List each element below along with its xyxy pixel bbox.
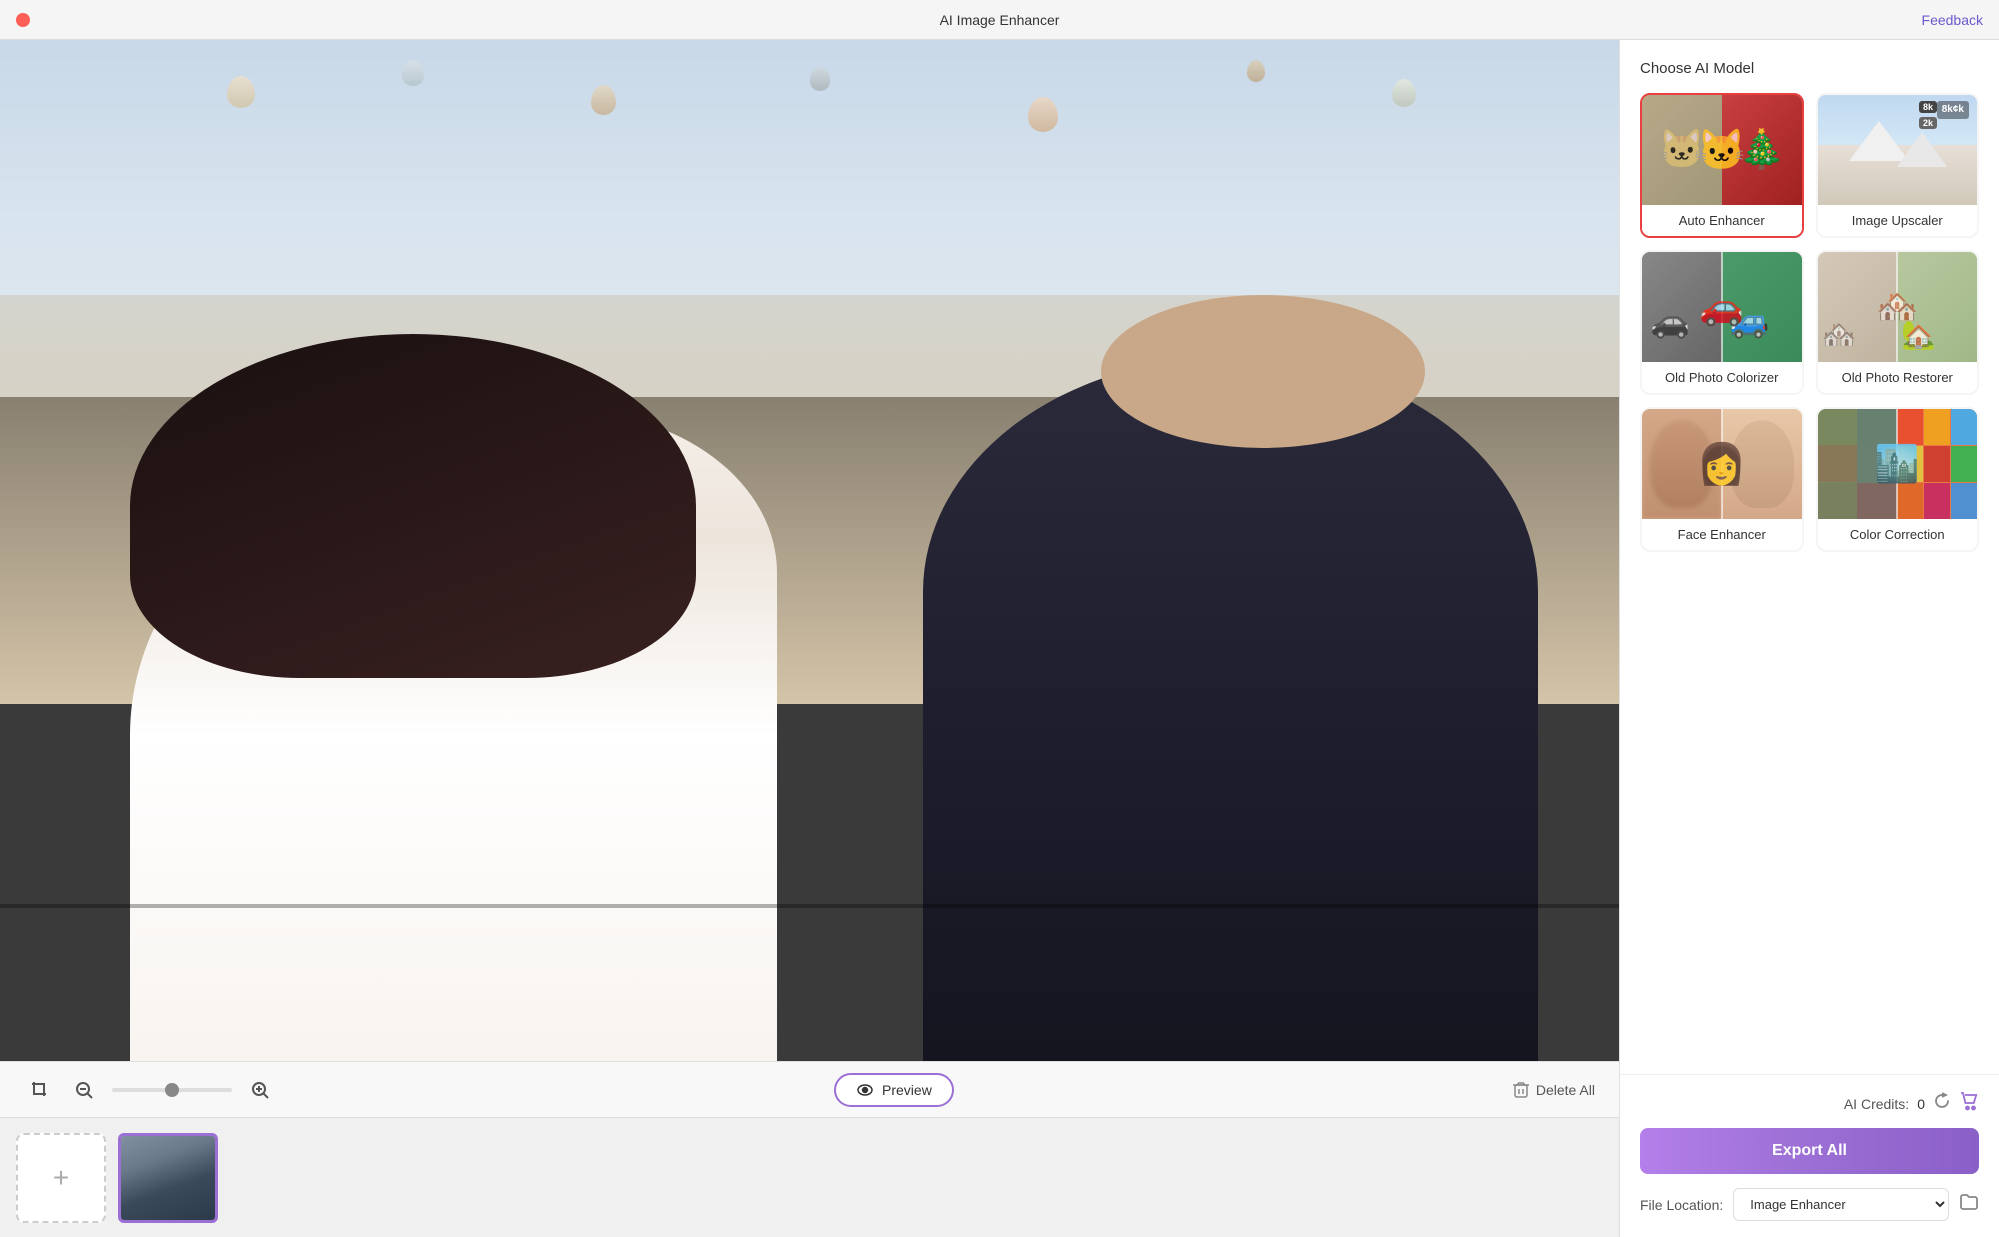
choose-ai-model-title: Choose AI Model xyxy=(1640,60,1979,77)
zoom-in-button[interactable] xyxy=(244,1074,276,1106)
balloon-6 xyxy=(1247,60,1265,82)
model-label-color-correction: Color Correction xyxy=(1818,519,1978,550)
right-panel-content: Choose AI Model 🐱 🎄 Auto E xyxy=(1620,40,1999,1074)
delete-all-button[interactable]: Delete All xyxy=(1512,1081,1595,1099)
file-location-label: File Location: xyxy=(1640,1197,1723,1213)
delete-all-label: Delete All xyxy=(1536,1082,1595,1098)
model-label-old-photo-colorizer: Old Photo Colorizer xyxy=(1642,362,1802,393)
zoom-controls xyxy=(24,1074,276,1106)
right-panel: Choose AI Model 🐱 🎄 Auto E xyxy=(1619,40,1999,1237)
main-layout: Preview Delete All + xyxy=(0,40,1999,1237)
model-card-face-enhancer[interactable]: Face Enhancer xyxy=(1640,407,1804,552)
cart-button[interactable] xyxy=(1959,1091,1979,1116)
ai-model-grid: 🐱 🎄 Auto Enhancer xyxy=(1640,93,1979,552)
image-panel: Preview Delete All + xyxy=(0,40,1619,1237)
export-all-button[interactable]: Export All xyxy=(1640,1128,1979,1174)
zoom-slider-thumb xyxy=(165,1083,179,1097)
model-card-old-photo-colorizer[interactable]: 🚗 🚙 Old Photo Colorizer xyxy=(1640,250,1804,395)
thumbnail-item-1[interactable] xyxy=(118,1133,218,1223)
right-panel-bottom: AI Credits: 0 Export All xyxy=(1620,1074,1999,1237)
thumbnail-strip: + xyxy=(0,1117,1619,1237)
model-card-color-correction[interactable]: Color Correction xyxy=(1816,407,1980,552)
thumbnail-image-1 xyxy=(121,1136,215,1220)
model-thumbnail-old-photo-colorizer: 🚗 🚙 xyxy=(1642,252,1802,362)
model-thumbnail-face-enhancer xyxy=(1642,409,1802,519)
model-label-face-enhancer: Face Enhancer xyxy=(1642,519,1802,550)
file-location-row: File Location: Image Enhancer Desktop Do… xyxy=(1640,1188,1979,1221)
model-thumbnail-color-correction xyxy=(1818,409,1978,519)
add-image-button[interactable]: + xyxy=(16,1133,106,1223)
crop-button[interactable] xyxy=(24,1074,56,1106)
balloon-4 xyxy=(810,67,830,91)
model-card-auto-enhancer[interactable]: 🐱 🎄 Auto Enhancer xyxy=(1640,93,1804,238)
model-thumbnail-image-upscaler: 8k 2k xyxy=(1818,95,1978,205)
man-silhouette xyxy=(923,357,1538,1061)
image-viewer[interactable] xyxy=(0,40,1619,1061)
ai-credits-row: AI Credits: 0 xyxy=(1640,1091,1979,1116)
balloon-7 xyxy=(1392,79,1416,107)
model-label-auto-enhancer: Auto Enhancer xyxy=(1642,205,1802,236)
close-button[interactable] xyxy=(16,13,30,27)
balloon-2 xyxy=(402,60,424,86)
title-bar: AI Image Enhancer Feedback xyxy=(0,0,1999,40)
model-thumbnail-auto-enhancer: 🐱 🎄 xyxy=(1642,95,1802,205)
balloon-1 xyxy=(227,76,255,108)
refresh-credits-button[interactable] xyxy=(1933,1092,1951,1115)
model-card-image-upscaler[interactable]: 8k 2k Image Upscaler xyxy=(1816,93,1980,238)
balloon-3 xyxy=(591,85,616,115)
badge-8k: 8k xyxy=(1919,101,1937,113)
main-image xyxy=(0,40,1619,1061)
feedback-link[interactable]: Feedback xyxy=(1922,12,1983,28)
model-thumbnail-old-photo-restorer: 🏘️ 🏡 xyxy=(1818,252,1978,362)
file-location-select[interactable]: Image Enhancer Desktop Documents Downloa… xyxy=(1733,1188,1949,1221)
badge-2k: 2k xyxy=(1919,117,1937,129)
man-head xyxy=(1101,295,1425,448)
people-area xyxy=(0,295,1619,1061)
folder-button[interactable] xyxy=(1959,1192,1979,1217)
zoom-slider[interactable] xyxy=(112,1088,232,1092)
balcony-railing xyxy=(0,904,1619,908)
model-label-image-upscaler: Image Upscaler xyxy=(1818,205,1978,236)
balloon-5 xyxy=(1028,97,1058,132)
model-card-old-photo-restorer[interactable]: 🏘️ 🏡 Old Photo Restorer xyxy=(1816,250,1980,395)
ai-credits-value: 0 xyxy=(1917,1096,1925,1112)
ai-credits-label: AI Credits: xyxy=(1844,1096,1909,1112)
image-controls-toolbar: Preview Delete All xyxy=(0,1061,1619,1117)
zoom-out-button[interactable] xyxy=(68,1074,100,1106)
woman-hair xyxy=(130,334,697,679)
preview-button[interactable]: Preview xyxy=(834,1073,954,1107)
app-title: AI Image Enhancer xyxy=(940,12,1060,28)
model-label-old-photo-restorer: Old Photo Restorer xyxy=(1818,362,1978,393)
